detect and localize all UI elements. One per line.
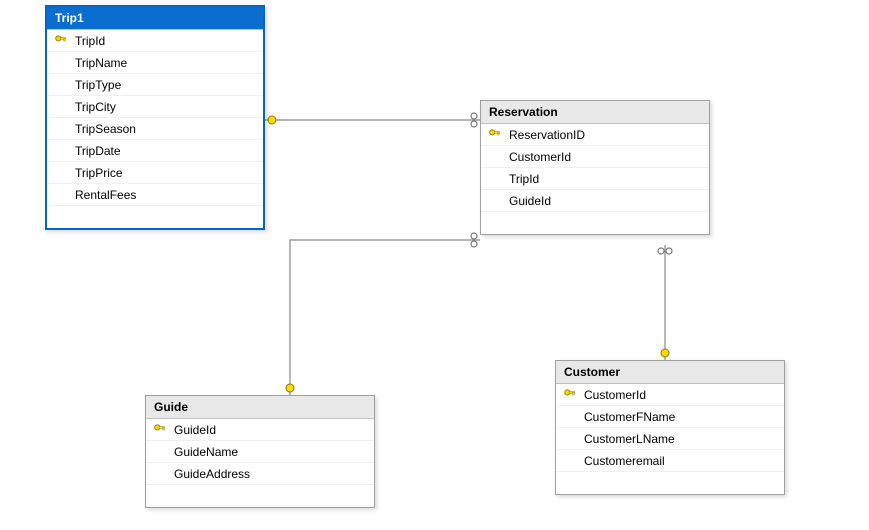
table-row[interactable]: TripSeason [47, 118, 263, 140]
table-row [47, 206, 263, 228]
column-label: CustomerId [580, 388, 778, 402]
table-header-trip1: Trip1 [47, 7, 263, 30]
table-row[interactable]: TripPrice [47, 162, 263, 184]
table-row[interactable]: GuideId [481, 190, 709, 212]
column-label: GuideAddress [170, 467, 368, 481]
table-customer[interactable]: Customer CustomerId CustomerFName Custom… [555, 360, 785, 495]
column-label: TripSeason [71, 122, 257, 136]
primary-key-icon [51, 34, 71, 48]
table-header-reservation: Reservation [481, 101, 709, 124]
table-row [146, 485, 374, 507]
column-label: GuideId [505, 194, 703, 208]
column-label: TripDate [71, 144, 257, 158]
primary-key-icon [485, 128, 505, 142]
table-row[interactable]: GuideAddress [146, 463, 374, 485]
table-row[interactable]: TripId [47, 30, 263, 52]
table-row[interactable]: RentalFees [47, 184, 263, 206]
table-guide[interactable]: Guide GuideId GuideName GuideAddress [145, 395, 375, 508]
table-header-customer: Customer [556, 361, 784, 384]
table-row[interactable]: ReservationID [481, 124, 709, 146]
column-label: CustomerId [505, 150, 703, 164]
table-row[interactable]: GuideName [146, 441, 374, 463]
table-row[interactable]: CustomerLName [556, 428, 784, 450]
table-row[interactable]: TripName [47, 52, 263, 74]
column-label: ReservationID [505, 128, 703, 142]
primary-key-icon [150, 423, 170, 437]
table-row[interactable]: Customeremail [556, 450, 784, 472]
column-label: RentalFees [71, 188, 257, 202]
table-trip1[interactable]: Trip1 TripId TripName TripType TripCity … [45, 5, 265, 230]
column-label: GuideId [170, 423, 368, 437]
table-row[interactable]: TripId [481, 168, 709, 190]
table-row[interactable]: TripCity [47, 96, 263, 118]
column-label: TripId [71, 34, 257, 48]
column-label: TripType [71, 78, 257, 92]
column-label: CustomerLName [580, 432, 778, 446]
table-row[interactable]: TripDate [47, 140, 263, 162]
primary-key-icon [560, 388, 580, 402]
table-row [481, 212, 709, 234]
column-label: TripPrice [71, 166, 257, 180]
column-label: TripName [71, 56, 257, 70]
table-row[interactable]: CustomerId [556, 384, 784, 406]
table-row[interactable]: TripType [47, 74, 263, 96]
table-row[interactable]: CustomerId [481, 146, 709, 168]
table-row[interactable]: GuideId [146, 419, 374, 441]
table-reservation[interactable]: Reservation ReservationID CustomerId Tri… [480, 100, 710, 235]
column-label: Customeremail [580, 454, 778, 468]
column-label: GuideName [170, 445, 368, 459]
column-label: TripId [505, 172, 703, 186]
table-row [556, 472, 784, 494]
table-header-guide: Guide [146, 396, 374, 419]
table-row[interactable]: CustomerFName [556, 406, 784, 428]
column-label: TripCity [71, 100, 257, 114]
column-label: CustomerFName [580, 410, 778, 424]
